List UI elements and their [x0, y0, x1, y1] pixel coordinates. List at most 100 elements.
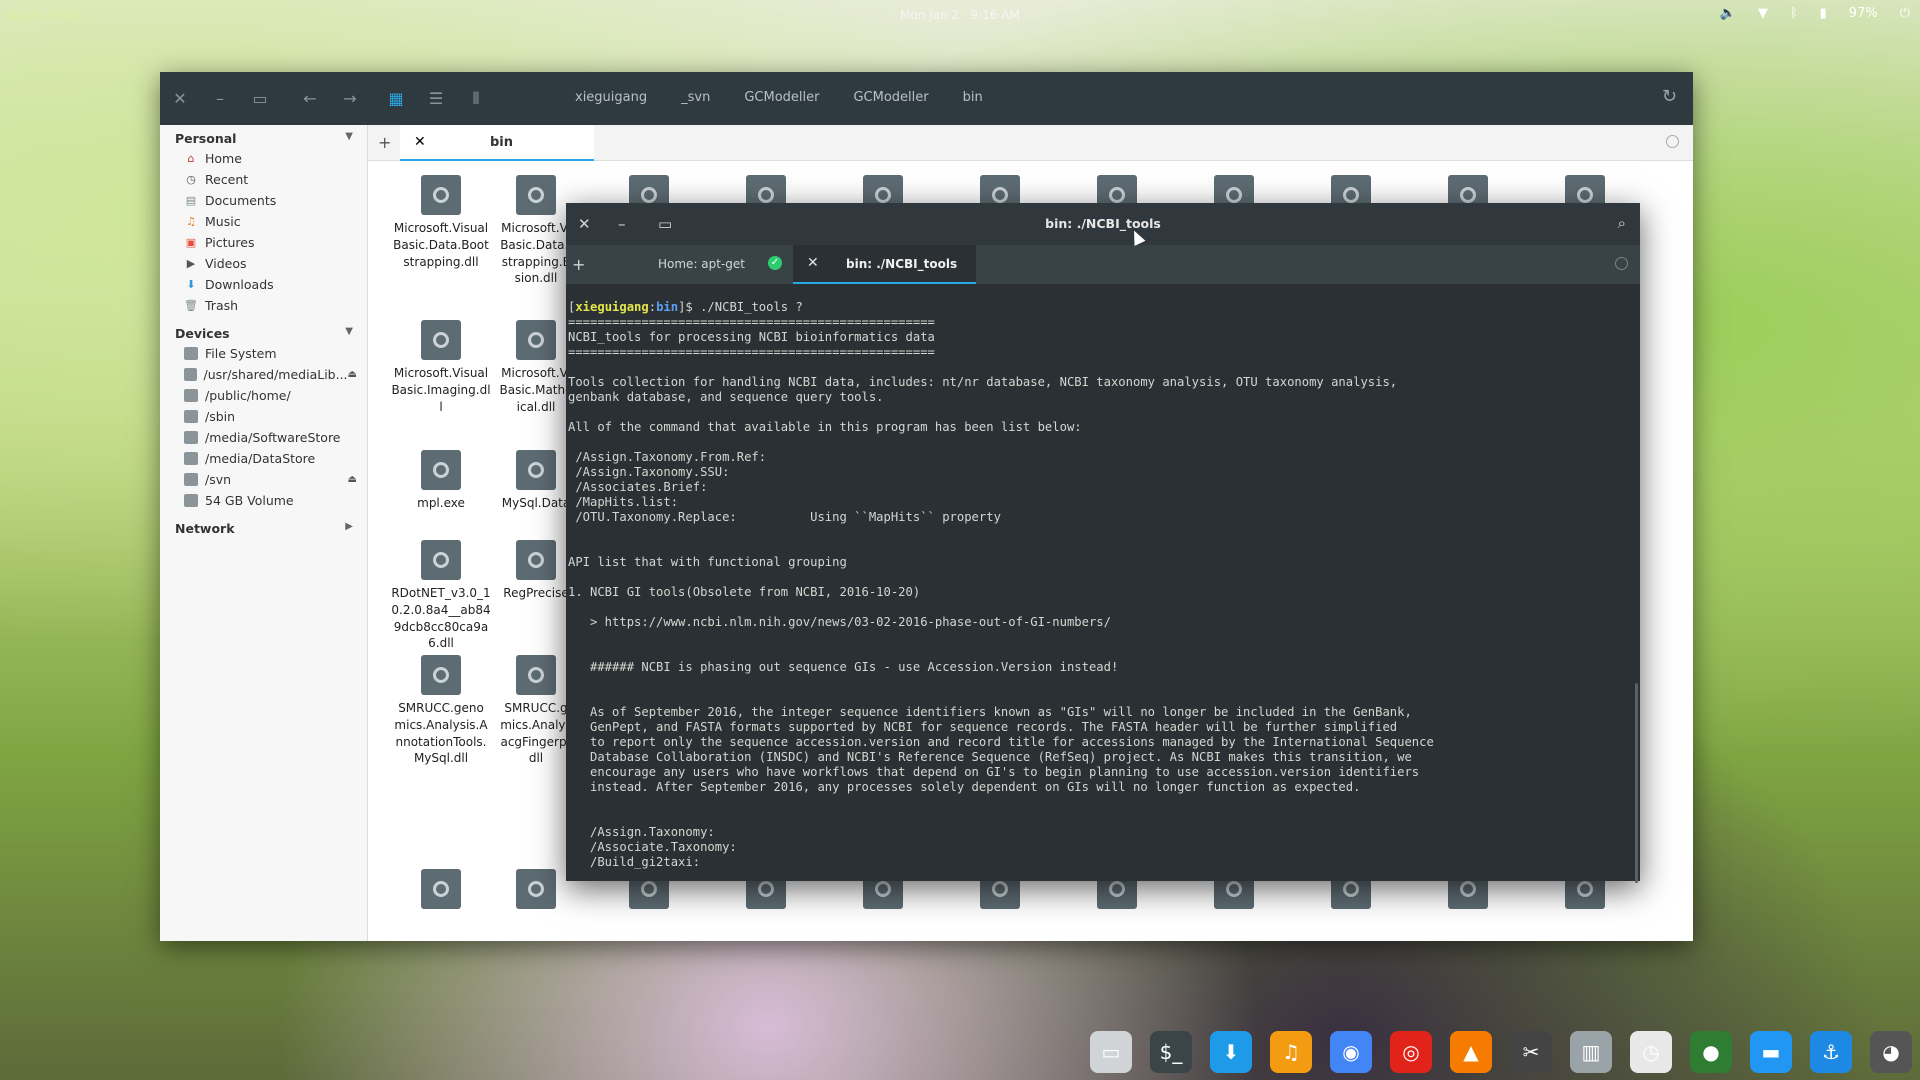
trash-icon: 🗑: [184, 299, 198, 312]
sidebar-item-device[interactable]: /media/DataStore: [160, 448, 367, 469]
section-label: Network: [175, 521, 235, 536]
sidebar-item-trash[interactable]: 🗑 Trash: [160, 295, 367, 316]
expand-triangle-icon[interactable]: ▶: [345, 521, 353, 536]
tab-bin[interactable]: ✕ bin: [400, 125, 594, 161]
file-item[interactable]: Microsoft.Visual Basic.Imaging.dl l: [386, 320, 496, 415]
battery-icon[interactable]: ▮: [1820, 6, 1827, 21]
file-name: mpl.exe: [417, 496, 465, 510]
breadcrumb-item[interactable]: xieguigang: [575, 90, 647, 105]
sidebar-item-downloads[interactable]: ⬇ Downloads: [160, 274, 367, 295]
drive-icon: [184, 389, 198, 402]
minimize-icon[interactable]: –: [200, 89, 240, 108]
sidebar-item-music[interactable]: ♫ Music: [160, 211, 367, 232]
check-icon: ✓: [768, 256, 782, 270]
breadcrumb-item[interactable]: bin: [963, 90, 983, 105]
sidebar-item-label: /sbin: [205, 409, 236, 424]
tab-home-apt-get[interactable]: Home: apt-get: [658, 257, 745, 271]
clock[interactable]: Mon Jan 2 · 9:16 AM: [900, 8, 1020, 22]
executable-gear-icon: [516, 540, 556, 580]
file-name: RDotNET_v3.0_1 0.2.0.8a4__ab84 9dcb8cc80…: [391, 586, 491, 651]
files-icon[interactable]: ▭: [1090, 1031, 1132, 1073]
file-item[interactable]: RDotNET_v3.0_1 0.2.0.8a4__ab84 9dcb8cc80…: [386, 540, 496, 652]
chrome-icon[interactable]: ◉: [1330, 1031, 1372, 1073]
file-name: Microsoft.Visual Basic.Imaging.dl l: [391, 366, 491, 414]
executable-gear-icon: [421, 540, 461, 580]
file-item[interactable]: Microsoft.Visual Basic.Data.Boot strappi…: [386, 175, 496, 270]
power-icon[interactable]: ⏻: [1900, 6, 1910, 21]
app-store-icon[interactable]: ⚓: [1810, 1031, 1852, 1073]
sidebar-section-personal[interactable]: Personal ▼: [160, 125, 367, 148]
terminal-icon[interactable]: $_: [1150, 1031, 1192, 1073]
tab-ncbi-tools[interactable]: ✕ bin: ./NCBI_tools: [793, 245, 976, 284]
drive-icon: [184, 473, 198, 486]
breadcrumb-item[interactable]: _svn: [681, 90, 710, 105]
breadcrumb: xieguigang _svn GCModeller GCModeller bi…: [575, 90, 983, 105]
search-icon[interactable]: ⌕: [1618, 214, 1626, 232]
back-arrow-icon[interactable]: ←: [290, 89, 330, 108]
clock-icon: ◷: [186, 173, 196, 186]
bluetooth-icon[interactable]: ᛒ: [1790, 6, 1798, 21]
system-tray: 🔈 ▼ ᛒ ▮ 97% ⏻: [1720, 6, 1910, 21]
sidebar-item-device[interactable]: /usr/shared/mediaLib... ⏏: [160, 364, 367, 385]
wifi-icon[interactable]: ▼: [1758, 6, 1768, 21]
list-view-icon[interactable]: ☰: [416, 89, 456, 108]
close-icon[interactable]: ✕: [160, 89, 200, 108]
system-monitor-icon[interactable]: ●: [1690, 1031, 1732, 1073]
screenshot-icon[interactable]: ✂: [1510, 1031, 1552, 1073]
sidebar: Personal ▼ ⌂ Home ◷ Recent ▤ Documents ♫ Music ▣…: [160, 125, 368, 941]
executable-gear-icon: [421, 175, 461, 215]
sidebar-item-device[interactable]: /sbin: [160, 406, 367, 427]
grid-view-icon[interactable]: ▦: [376, 89, 416, 108]
executable-gear-icon[interactable]: [516, 869, 556, 909]
gimp-icon[interactable]: ◕: [1870, 1031, 1912, 1073]
sidebar-item-videos[interactable]: ▶ Videos: [160, 253, 367, 274]
sidebar-item-device[interactable]: /public/home/: [160, 385, 367, 406]
sidebar-item-label: File System: [205, 346, 277, 361]
tab-menu-icon[interactable]: [1615, 257, 1628, 270]
video-icon: ▶: [186, 257, 196, 270]
breadcrumb-item[interactable]: GCModeller: [744, 90, 819, 105]
collapse-triangle-icon[interactable]: ▼: [345, 131, 353, 146]
music-player-icon[interactable]: ♫: [1270, 1031, 1312, 1073]
column-view-icon[interactable]: ⦀: [456, 89, 496, 109]
applications-menu[interactable]: Applications: [8, 8, 81, 22]
terminal-window: ✕ – ▭ bin: ./NCBI_tools ⌕ + Home: apt-ge…: [566, 203, 1640, 883]
sidebar-item-label: Music: [205, 214, 241, 229]
sidebar-item-device[interactable]: File System: [160, 343, 367, 364]
eject-icon[interactable]: ⏏: [348, 474, 357, 485]
clock-icon[interactable]: ◷: [1630, 1031, 1672, 1073]
close-tab-icon[interactable]: ✕: [807, 255, 819, 271]
sidebar-item-label: Recent: [205, 172, 249, 187]
volume-icon[interactable]: 🔈: [1720, 6, 1736, 21]
forward-arrow-icon[interactable]: →: [330, 89, 370, 108]
download-manager-icon[interactable]: ⬇: [1210, 1031, 1252, 1073]
file-item[interactable]: mpl.exe: [386, 450, 496, 512]
breadcrumb-item[interactable]: GCModeller: [853, 90, 928, 105]
sidebar-item-documents[interactable]: ▤ Documents: [160, 190, 367, 211]
executable-gear-icon[interactable]: [421, 869, 461, 909]
maximize-icon[interactable]: ▭: [240, 89, 280, 108]
sidebar-section-devices[interactable]: Devices ▼: [160, 320, 367, 343]
prompt-user: xieguigang: [575, 300, 649, 314]
netease-music-icon[interactable]: ◎: [1390, 1031, 1432, 1073]
trash-icon[interactable]: ▥: [1570, 1031, 1612, 1073]
new-tab-icon[interactable]: +: [572, 255, 585, 274]
eject-icon[interactable]: ⏏: [348, 369, 357, 380]
vlc-icon[interactable]: ▲: [1450, 1031, 1492, 1073]
close-tab-icon[interactable]: ✕: [414, 134, 426, 150]
sidebar-item-device[interactable]: /media/SoftwareStore: [160, 427, 367, 448]
sidebar-section-network[interactable]: Network ▶: [160, 515, 367, 538]
refresh-icon[interactable]: ↻: [1662, 86, 1677, 107]
tab-menu-icon[interactable]: [1666, 135, 1679, 148]
terminal-output[interactable]: [xieguigang:bin]$ ./NCBI_tools ? =======…: [566, 284, 1640, 881]
desktop-icon[interactable]: ▬: [1750, 1031, 1792, 1073]
sidebar-item-device[interactable]: /svn ⏏: [160, 469, 367, 490]
sidebar-item-device[interactable]: 54 GB Volume: [160, 490, 367, 511]
collapse-triangle-icon[interactable]: ▼: [345, 326, 353, 341]
scrollbar[interactable]: [1635, 683, 1638, 883]
sidebar-item-recent[interactable]: ◷ Recent: [160, 169, 367, 190]
file-item[interactable]: SMRUCC.geno mics.Analysis.A nnotationToo…: [386, 655, 496, 767]
sidebar-item-pictures[interactable]: ▣ Pictures: [160, 232, 367, 253]
new-tab-icon[interactable]: +: [378, 133, 391, 152]
sidebar-item-home[interactable]: ⌂ Home: [160, 148, 367, 169]
